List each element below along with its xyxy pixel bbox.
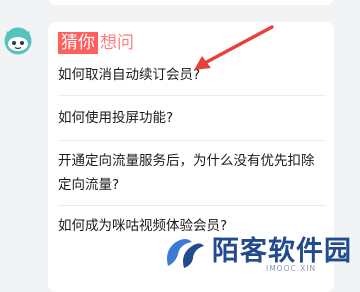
banner-highlight: 猜你 — [58, 32, 98, 54]
question-item[interactable]: 如何取消自动续订会员? — [58, 63, 326, 87]
watermark-subtitle: IMOOC.XIN — [266, 264, 317, 273]
divider — [58, 140, 326, 141]
watermark: 陌客软件园 IMOOC.XIN — [162, 226, 360, 280]
card-header: 猜你 想问 — [58, 32, 134, 56]
question-item[interactable]: 开通定向流量服务后，为什么没有优先扣除定向流量? — [58, 149, 326, 197]
watermark-logo-icon — [167, 239, 204, 268]
banner-text: 想问 — [100, 33, 134, 53]
divider — [58, 205, 326, 206]
bot-avatar-icon — [4, 27, 32, 55]
question-item[interactable]: 如何使用投屏功能? — [58, 106, 326, 130]
divider — [58, 95, 326, 96]
previous-card — [48, 0, 334, 5]
watermark-title: 陌客软件园 — [212, 236, 352, 267]
